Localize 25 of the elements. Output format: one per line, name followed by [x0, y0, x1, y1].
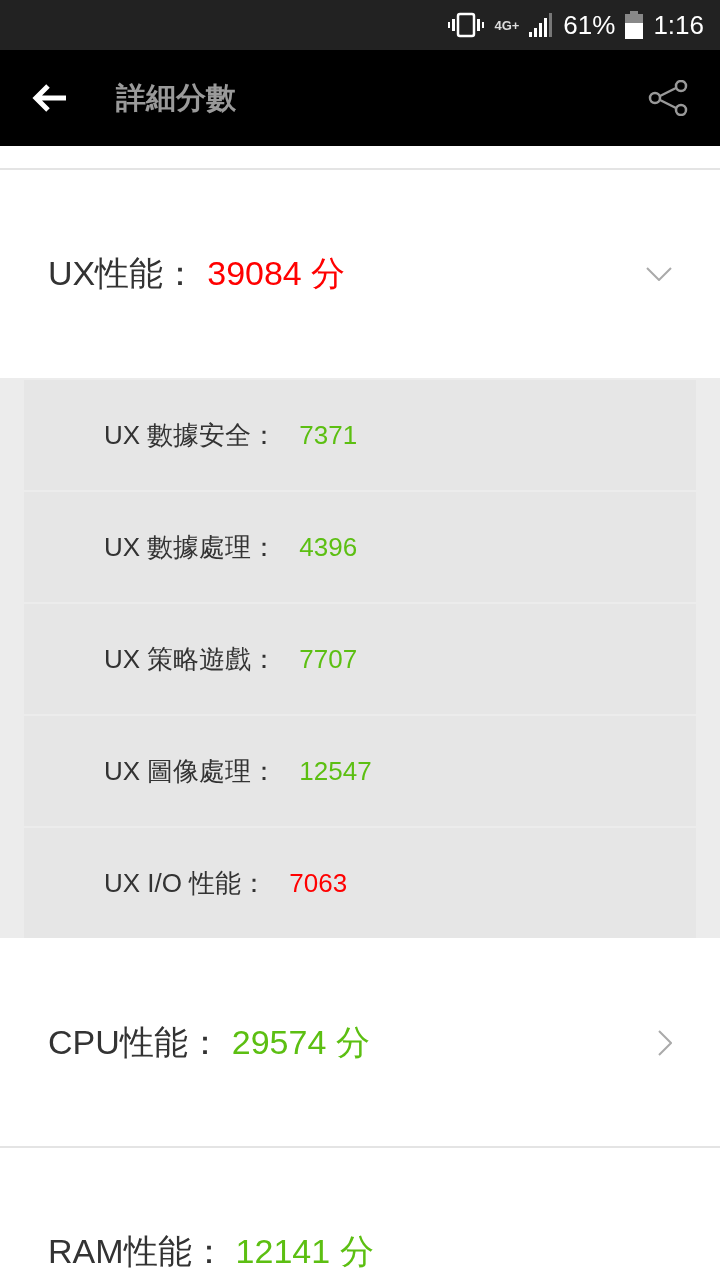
vibrate-icon	[448, 12, 485, 38]
back-icon[interactable]	[32, 83, 68, 113]
section-label: UX性能：	[48, 253, 198, 294]
network-type: 4G+	[494, 18, 520, 32]
sub-score-value: 12547	[299, 755, 372, 787]
sub-score-label: UX 圖像處理：	[104, 754, 278, 788]
share-icon[interactable]	[648, 80, 688, 116]
sub-score-value: 7371	[299, 419, 358, 451]
sub-score-label: UX 數據處理：	[104, 530, 278, 564]
section-score: 39084 分	[207, 253, 347, 294]
sub-score-value: 4396	[299, 531, 358, 563]
section-score: 29574 分	[231, 1022, 371, 1063]
page-title: 詳細分數	[116, 79, 237, 116]
signal-icon	[529, 13, 554, 37]
sub-score-label: UX I/O 性能：	[104, 866, 268, 900]
sub-score-label: UX 數據安全：	[104, 418, 278, 452]
sub-score-value: 7707	[299, 643, 358, 675]
section-label: RAM性能：	[48, 1231, 226, 1272]
battery-icon	[625, 11, 644, 39]
battery-percentage: 61%	[563, 9, 616, 41]
sub-score-label: UX 策略遊戲：	[104, 642, 278, 676]
section-score: 12141 分	[235, 1231, 375, 1272]
clock: 1:16	[653, 9, 704, 41]
section-label: CPU性能：	[48, 1022, 222, 1063]
sub-score-value: 7063	[289, 867, 348, 899]
